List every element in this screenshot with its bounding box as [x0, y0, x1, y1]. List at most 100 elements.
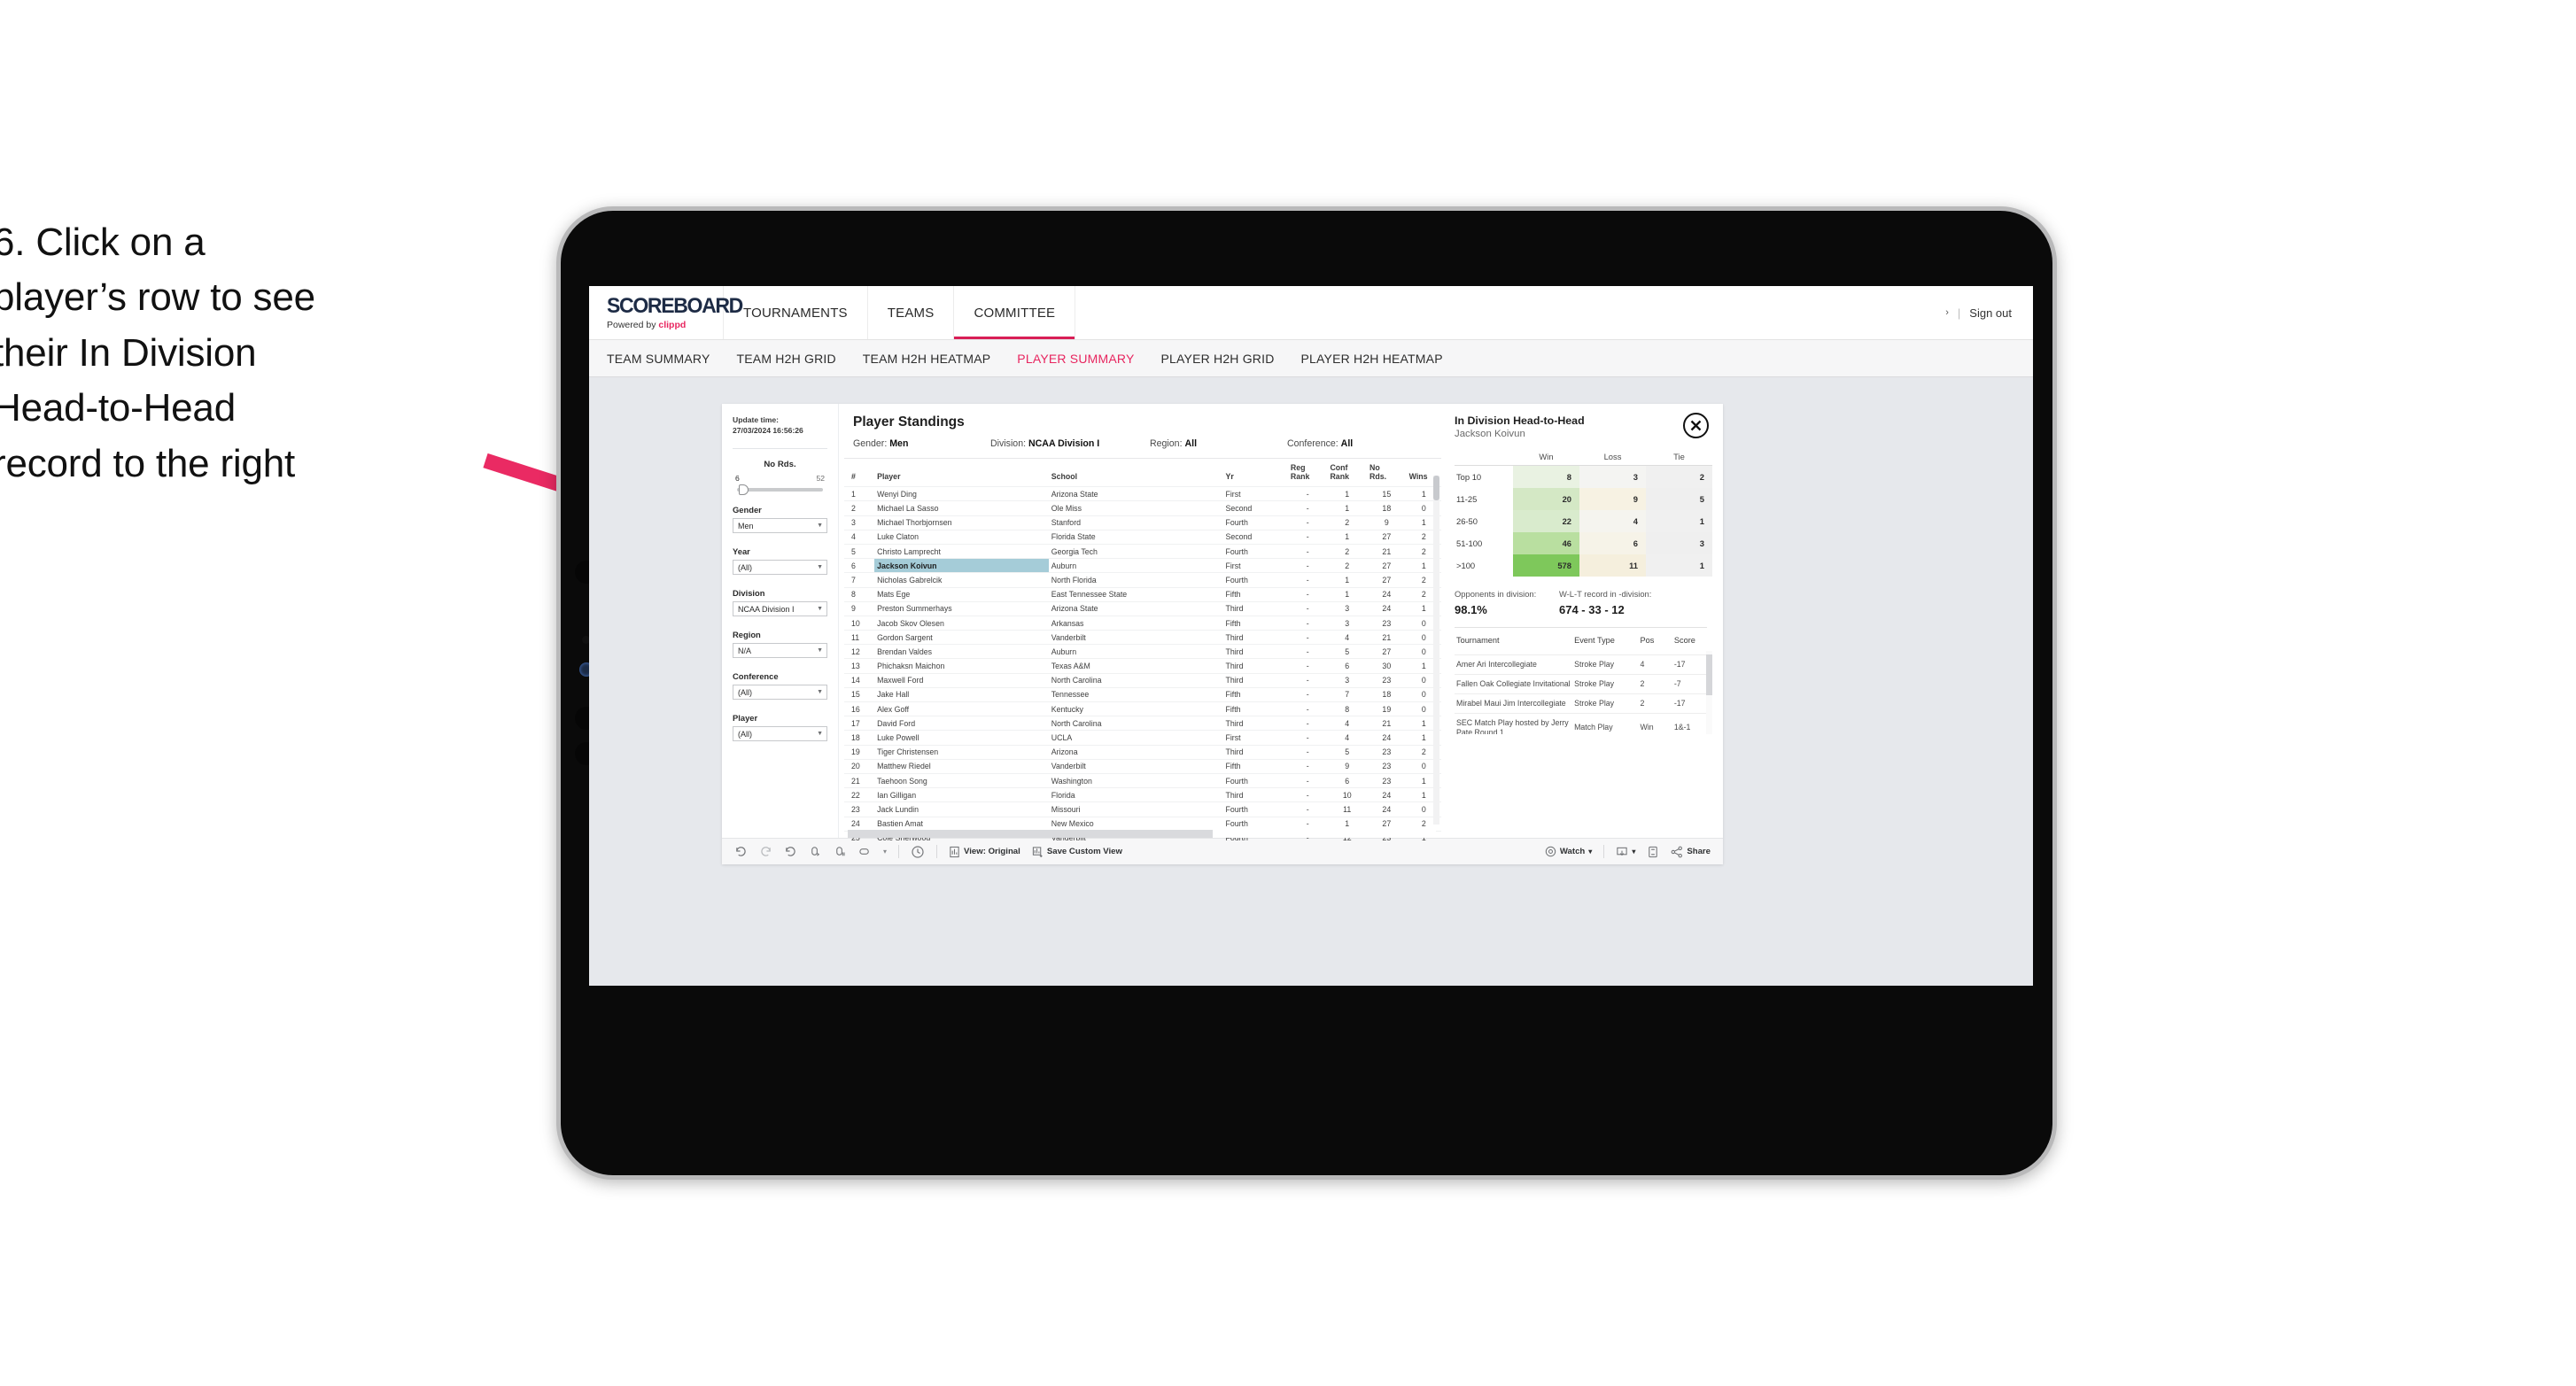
table-row[interactable]: 21 Taehoon Song Washington Fourth -6 23 1 — [844, 772, 1441, 788]
col-yr[interactable]: Yr — [1222, 459, 1287, 487]
heatmap-cell-tie[interactable]: 2 — [1646, 465, 1712, 488]
table-row[interactable]: 3 Michael Thorbjornsen Stanford Fourth -2 9 1 — [844, 515, 1441, 530]
redo-icon[interactable] — [759, 845, 772, 858]
table-row[interactable]: 7 Nicholas Gabrelcik North Florida Fourth -1… — [844, 572, 1441, 588]
table-row[interactable]: 13 Phichaksn Maichon Texas A&M Third -6 30 1 — [844, 658, 1441, 674]
heatmap-cell-tie[interactable]: 1 — [1646, 554, 1712, 577]
table-row[interactable]: 1 Wenyi Ding Arizona State First -1 15 1 — [844, 486, 1441, 501]
table-row[interactable]: 24 Bastien Amat New Mexico Fourth -1 27 2 — [844, 816, 1441, 832]
filter-conference-select[interactable]: (All) ▼ — [733, 685, 827, 701]
filter-region-select[interactable]: N/A ▼ — [733, 643, 827, 659]
table-row[interactable]: 9 Preston Summerhays Arizona State Third -3 2… — [844, 600, 1441, 616]
tab-player-h2h-heatmap[interactable]: PLAYER H2H HEATMAP — [1301, 352, 1443, 366]
heatmap-cell-win[interactable]: 46 — [1513, 532, 1579, 554]
list-item[interactable]: SEC Match Play hosted by Jerry Pate Roun… — [1455, 712, 1712, 734]
heatmap-cell-loss[interactable]: 9 — [1579, 488, 1646, 510]
tab-team-h2h-grid[interactable]: TEAM H2H GRID — [737, 352, 836, 366]
heatmap-cell-loss[interactable]: 6 — [1579, 532, 1646, 554]
table-row[interactable]: 15 Jake Hall Tennessee Fifth -7 18 0 — [844, 686, 1441, 702]
shape-dropdown-icon[interactable] — [858, 845, 872, 858]
heatmap-cell-loss[interactable]: 3 — [1579, 465, 1646, 488]
stat-opponents-in-division: Opponents in division: 98.1% — [1455, 589, 1559, 616]
tab-player-summary[interactable]: PLAYER SUMMARY — [1017, 352, 1134, 366]
heatmap-cell-tie[interactable]: 1 — [1646, 510, 1712, 532]
heatmap-cell-win[interactable]: 22 — [1513, 510, 1579, 532]
list-item[interactable]: Mirabel Maui Jim Intercollegiate Stroke P… — [1455, 693, 1712, 714]
list-item[interactable]: Fallen Oak Collegiate Invitational Stroke… — [1455, 673, 1712, 694]
filter-player-select[interactable]: (All) ▼ — [733, 726, 827, 742]
col-no-rds[interactable]: No Rds. — [1367, 459, 1407, 487]
heatmap-cell-win[interactable]: 8 — [1513, 465, 1579, 488]
heatmap-cell-loss[interactable]: 4 — [1579, 510, 1646, 532]
row-rank: 5 — [844, 543, 875, 559]
standings-scrollbar-thumb[interactable] — [1433, 476, 1439, 500]
heatmap-cell-win[interactable]: 578 — [1513, 554, 1579, 577]
col-reg-rank[interactable]: Reg Rank — [1288, 459, 1328, 487]
slider-thumb-handle[interactable] — [739, 484, 749, 496]
standings-hscrollbar-thumb[interactable] — [848, 830, 1213, 838]
table-row[interactable]: 11 Gordon Sargent Vanderbilt Third -4 21 0 — [844, 630, 1441, 645]
table-row[interactable]: 23 Jack Lundin Missouri Fourth -11 24 0 — [844, 801, 1441, 817]
heatmap-cell-loss[interactable]: 11 — [1579, 554, 1646, 577]
watch-button[interactable]: Watch ▾ — [1545, 846, 1592, 857]
table-row[interactable]: 14 Maxwell Ford North Carolina Third -3 23 0 — [844, 672, 1441, 688]
history-icon[interactable] — [911, 845, 925, 859]
table-row[interactable]: 4 Luke Claton Florida State Second -1 27 2 — [844, 529, 1441, 545]
fullscreen-icon[interactable] — [1647, 846, 1659, 858]
table-row[interactable]: 18 Luke Powell UCLA First -4 24 1 — [844, 730, 1441, 746]
filter-division-select[interactable]: NCAA Division I ▼ — [733, 601, 827, 617]
row-conf-rank: 5 — [1327, 744, 1368, 760]
shape-caret-icon[interactable]: ▾ — [883, 848, 887, 856]
filter-year-select[interactable]: (All) ▼ — [733, 560, 827, 576]
heatmap-cell-tie[interactable]: 3 — [1646, 532, 1712, 554]
row-no-rds: 23 — [1367, 758, 1407, 774]
refresh-data-icon[interactable] — [809, 845, 822, 858]
pause-updates-icon[interactable] — [834, 845, 847, 858]
heatmap-cell-tie[interactable]: 5 — [1646, 488, 1712, 510]
share-button[interactable]: Share — [1671, 846, 1711, 858]
table-row[interactable]: 12 Brendan Valdes Auburn Third -5 27 0 — [844, 644, 1441, 659]
header-chevron-icon[interactable]: › — [1945, 307, 1949, 318]
nav-tournaments[interactable]: TOURNAMENTS — [724, 286, 868, 339]
nav-teams[interactable]: TEAMS — [868, 286, 955, 339]
list-item[interactable]: Amer Ari Intercollegiate Stroke Play 4 -17 — [1455, 654, 1712, 675]
table-row[interactable]: 22 Ian Gilligan Florida Third -10 24 1 — [844, 787, 1441, 802]
col-player[interactable]: Player — [874, 459, 1049, 487]
table-row[interactable]: 10 Jacob Skov Olesen Arkansas Fifth -3 23 0 — [844, 615, 1441, 631]
table-row[interactable]: 20 Matthew Riedel Vanderbilt Fifth -9 23 0 — [844, 758, 1441, 774]
table-row[interactable]: 6 Jackson Koivun Auburn First -2 27 1 — [844, 558, 1441, 573]
row-conf-rank: 4 — [1327, 730, 1368, 746]
no-rounds-slider[interactable] — [737, 484, 823, 496]
filter-gender-select[interactable]: Men ▼ — [733, 518, 827, 534]
col-rank[interactable]: # — [844, 459, 874, 487]
tab-player-h2h-grid[interactable]: PLAYER H2H GRID — [1161, 352, 1275, 366]
tab-team-summary[interactable]: TEAM SUMMARY — [607, 352, 710, 366]
heatmap-cell-win[interactable]: 20 — [1513, 488, 1579, 510]
table-row[interactable]: 17 David Ford North Carolina Third -4 21 1 — [844, 716, 1441, 731]
nav-committee[interactable]: COMMITTEE — [954, 286, 1076, 339]
table-row[interactable]: 2 Michael La Sasso Ole Miss Second -1 18 0 — [844, 500, 1441, 516]
save-custom-view-button[interactable]: Save Custom View — [1032, 846, 1122, 858]
view-original-button[interactable]: View: Original — [949, 846, 1020, 858]
undo-icon[interactable] — [734, 845, 748, 858]
table-row[interactable]: 8 Mats Ege East Tennessee State Fifth -1 24 2 — [844, 586, 1441, 602]
col-conf-rank[interactable]: Conf Rank — [1327, 459, 1367, 487]
row-player: Tiger Christensen — [874, 744, 1049, 760]
row-school: Tennessee — [1048, 686, 1223, 702]
row-player: Maxwell Ford — [874, 672, 1049, 688]
download-button[interactable]: ▾ — [1616, 846, 1635, 858]
close-icon[interactable] — [1683, 413, 1709, 438]
sign-out-link[interactable]: Sign out — [1969, 306, 2012, 320]
tab-team-h2h-heatmap[interactable]: TEAM H2H HEATMAP — [863, 352, 991, 366]
table-row[interactable]: 19 Tiger Christensen Arizona Third -5 23 2 — [844, 744, 1441, 760]
row-reg-rank: - — [1287, 716, 1328, 731]
table-row[interactable]: 5 Christo Lamprecht Georgia Tech Fourth -2 21… — [844, 543, 1441, 559]
update-time-label: Update time: — [733, 415, 780, 424]
app-logo[interactable]: SCOREBOARD Powered by clippd — [589, 286, 743, 339]
tournaments-scrollbar-thumb[interactable] — [1706, 654, 1712, 695]
revert-icon[interactable] — [784, 845, 797, 858]
table-row[interactable]: 16 Alex Goff Kentucky Fifth -8 19 0 — [844, 701, 1441, 716]
head-to-head-panel: In Division Head-to-Head Jackson Koivun … — [1441, 404, 1723, 838]
tournaments-header-row: Tournament Event Type Pos Score — [1455, 631, 1712, 651]
col-school[interactable]: School — [1049, 459, 1223, 487]
